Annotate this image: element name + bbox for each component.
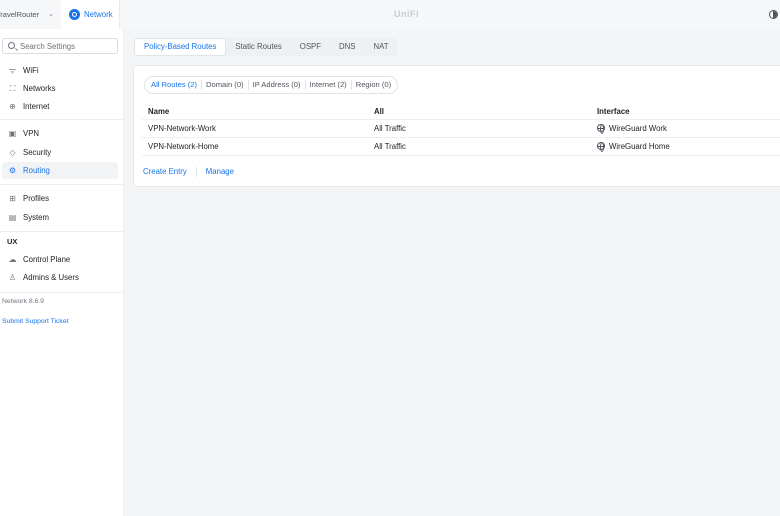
route-name: VPN-Network-Work (148, 124, 216, 133)
wifi-icon: ᯤ (8, 66, 17, 75)
brand-logo: UniFi (394, 9, 419, 19)
sidebar-item-admins-users[interactable]: ♙ Admins & Users (2, 269, 118, 286)
globe-icon (597, 124, 605, 134)
sidebar-item-internet[interactable]: ⊕ Internet (2, 98, 118, 115)
route-traffic: All Traffic (374, 142, 406, 151)
sidebar-item-label: Admins & Users (23, 273, 79, 282)
column-header-interface[interactable]: Interface (597, 107, 630, 116)
sidebar-item-label: VPN (23, 129, 40, 138)
sidebar-item-label: Internet (23, 102, 50, 111)
divider (0, 119, 123, 120)
sidebar-item-security[interactable]: ◇ Security (2, 144, 118, 161)
section-label-ux: UX (7, 237, 18, 246)
app-tab-label: Network (84, 10, 113, 19)
version-label: Network 8.6.9 (2, 298, 44, 305)
filter-internet[interactable]: Internet (2) (306, 80, 352, 90)
sidebar-item-wifi[interactable]: ᯤ WiFi (2, 62, 118, 79)
route-interface: WireGuard Work (597, 124, 667, 134)
search-box[interactable] (2, 38, 118, 54)
sidebar-item-control-plane[interactable]: ☁ Control Plane (2, 251, 118, 268)
sidebar: ᯤ WiFi ⛶ Networks ⊕ Internet ▣ VPN ◇ Sec… (0, 29, 124, 516)
support-ticket-link[interactable]: Submit Support Ticket (2, 318, 69, 325)
tab-ospf[interactable]: OSPF (291, 38, 330, 56)
system-icon: ▤ (8, 213, 17, 222)
panel-actions: Create Entry Manage (143, 167, 252, 177)
sidebar-item-routing[interactable]: ⚙ Routing (2, 162, 118, 179)
networks-icon: ⛶ (9, 84, 16, 93)
search-input[interactable] (20, 41, 115, 52)
column-header-name[interactable]: Name (148, 107, 169, 116)
sidebar-item-label: Networks (23, 84, 56, 93)
search-icon (8, 42, 15, 49)
filter-domain[interactable]: Domain (0) (202, 80, 249, 90)
sidebar-item-label: System (23, 213, 49, 222)
table-row[interactable]: VPN-Network-Home All Traffic WireGuard H… (142, 138, 780, 156)
filter-all-routes[interactable]: All Routes (2) (147, 80, 203, 90)
sidebar-item-networks[interactable]: ⛶ Networks (2, 80, 118, 97)
sidebar-item-label: Routing (23, 166, 50, 175)
manage-button[interactable]: Manage (206, 167, 243, 177)
control-plane-icon: ☁ (8, 255, 17, 264)
device-name: TravelRouter (0, 10, 40, 19)
tab-dns[interactable]: DNS (330, 38, 364, 56)
globe-icon (597, 142, 605, 152)
sidebar-item-label: Profiles (23, 194, 49, 203)
table-row[interactable]: VPN-Network-Work All Traffic WireGuard W… (142, 120, 780, 138)
tab-policy-based-routes[interactable]: Policy-Based Routes (134, 38, 227, 56)
route-name: VPN-Network-Home (148, 142, 219, 151)
vpn-icon: ▣ (8, 129, 17, 138)
sidebar-item-profiles[interactable]: ⊞ Profiles (2, 190, 118, 207)
route-filter-group: All Routes (2) Domain (0) IP Address (0)… (144, 76, 399, 94)
routing-tabs: Policy-Based Routes Static Routes OSPF D… (134, 38, 398, 56)
sidebar-item-system[interactable]: ▤ System (2, 209, 118, 226)
route-traffic: All Traffic (374, 124, 406, 133)
tab-nat[interactable]: NAT (364, 38, 397, 56)
divider (0, 292, 123, 293)
users-icon: ♙ (8, 273, 17, 282)
chevron-down-icon: ⌄ (48, 11, 54, 18)
route-interface: WireGuard Home (597, 142, 670, 152)
sidebar-item-label: Security (23, 148, 52, 157)
routes-table: Name All Interface VPN-Network-Work All … (142, 104, 780, 156)
route-interface-label: WireGuard Home (609, 142, 670, 151)
column-header-all[interactable]: All (374, 107, 384, 116)
network-app-icon (69, 9, 80, 20)
route-interface-label: WireGuard Work (609, 124, 667, 133)
divider (0, 184, 123, 185)
sidebar-item-label: WiFi (23, 66, 39, 75)
tab-static-routes[interactable]: Static Routes (226, 38, 290, 56)
sidebar-item-vpn[interactable]: ▣ VPN (2, 125, 118, 142)
sidebar-item-label: Control Plane (23, 255, 71, 264)
divider (0, 231, 123, 232)
routing-icon: ⚙ (8, 166, 17, 175)
top-bar: TravelRouter ⌄ Network UniFi (0, 0, 780, 29)
routes-panel: All Routes (2) Domain (0) IP Address (0)… (133, 65, 780, 187)
create-entry-button[interactable]: Create Entry (143, 167, 197, 177)
shield-icon: ◇ (9, 148, 16, 157)
filter-ip-address[interactable]: IP Address (0) (249, 80, 306, 90)
app-tab-network[interactable]: Network (61, 0, 120, 29)
device-selector[interactable]: TravelRouter ⌄ (0, 0, 61, 29)
table-header: Name All Interface (142, 104, 780, 120)
theme-toggle-icon[interactable] (769, 10, 778, 19)
globe-icon: ⊕ (9, 102, 16, 111)
profiles-icon: ⊞ (9, 194, 16, 203)
filter-region[interactable]: Region (0) (352, 80, 395, 90)
